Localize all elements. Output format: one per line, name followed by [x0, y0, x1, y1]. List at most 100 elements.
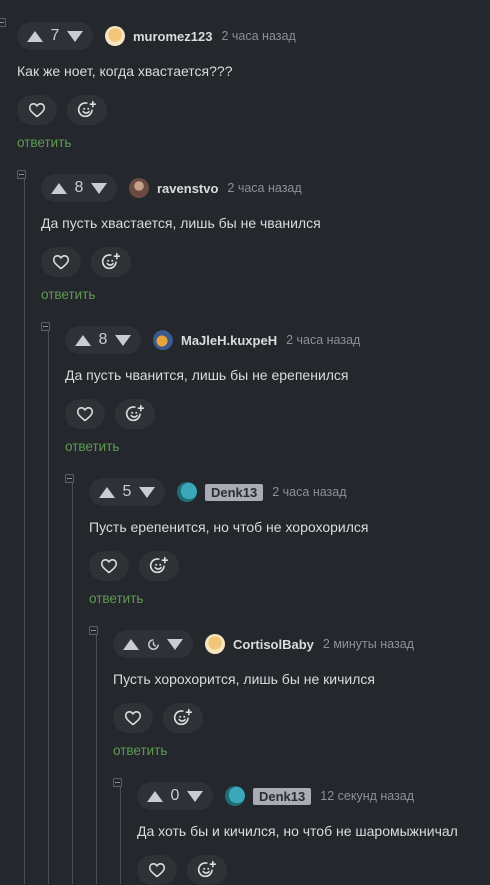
like-button[interactable]	[89, 551, 129, 581]
downvote-icon[interactable]	[167, 638, 183, 650]
thread-line-1	[24, 176, 25, 884]
timestamp[interactable]: 2 часа назад	[221, 29, 295, 43]
score: 5	[122, 483, 132, 500]
heart-icon	[28, 103, 46, 118]
like-button[interactable]	[41, 247, 81, 277]
smiley-plus-icon	[173, 708, 193, 726]
downvote-icon[interactable]	[67, 30, 83, 42]
collapse-toggle-4[interactable]	[65, 474, 74, 483]
react-button[interactable]	[187, 855, 227, 885]
avatar[interactable]	[205, 634, 225, 654]
comment-actions	[89, 551, 368, 581]
collapse-toggle-2[interactable]	[17, 170, 26, 179]
react-button[interactable]	[163, 703, 203, 733]
heart-icon	[100, 559, 118, 574]
clock-icon	[147, 638, 159, 650]
collapse-toggle-6[interactable]	[113, 778, 122, 787]
comment-text: Да хоть бы и кичился, но чтоб не шаромыж…	[137, 823, 458, 839]
smiley-plus-icon	[197, 860, 217, 878]
thread-line-2	[48, 328, 49, 884]
username[interactable]: CortisolBaby	[233, 637, 314, 652]
comment-text: Как же ноет, когда хвастается???	[17, 63, 233, 79]
smiley-plus-icon	[77, 100, 97, 118]
comment: CortisolBaby 2 минуты назад Пусть хорохо…	[113, 630, 414, 758]
like-button[interactable]	[113, 703, 153, 733]
reply-link[interactable]: ответить	[41, 287, 321, 302]
react-button[interactable]	[67, 95, 107, 125]
timestamp[interactable]: 12 секунд назад	[320, 789, 414, 803]
upvote-icon[interactable]	[147, 790, 163, 802]
smiley-plus-icon	[101, 252, 121, 270]
username[interactable]: MaJleH.kuxpeH	[181, 333, 277, 348]
comment-header: 8 MaJleH.kuxpeH 2 часа назад	[65, 326, 360, 354]
score	[145, 637, 161, 652]
comment-header: 0 Denk13 12 секунд назад	[137, 782, 458, 810]
like-button[interactable]	[17, 95, 57, 125]
avatar[interactable]	[105, 26, 125, 46]
upvote-icon[interactable]	[99, 486, 115, 498]
comment-header: 5 Denk13 2 часа назад	[89, 478, 368, 506]
username[interactable]: ravenstvo	[157, 181, 218, 196]
comment: 7 muromez123 2 часа назад Как же ноет, к…	[17, 22, 296, 150]
collapse-toggle-1[interactable]	[0, 18, 6, 27]
upvote-icon[interactable]	[27, 30, 43, 42]
upvote-icon[interactable]	[123, 638, 139, 650]
vote-control: 0	[137, 782, 213, 810]
heart-icon	[124, 711, 142, 726]
reply-link[interactable]: ответить	[17, 135, 296, 150]
vote-control: 5	[89, 478, 165, 506]
avatar[interactable]	[153, 330, 173, 350]
react-button[interactable]	[115, 399, 155, 429]
comment-header: 8 ravenstvo 2 часа назад	[41, 174, 321, 202]
avatar[interactable]	[225, 786, 245, 806]
smiley-plus-icon	[149, 556, 169, 574]
downvote-icon[interactable]	[91, 182, 107, 194]
comment: 8 ravenstvo 2 часа назад Да пусть хваста…	[41, 174, 321, 302]
avatar[interactable]	[129, 178, 149, 198]
comment-header: 7 muromez123 2 часа назад	[17, 22, 296, 50]
comment-text: Да пусть хвастается, лишь бы не чванился	[41, 215, 321, 231]
upvote-icon[interactable]	[51, 182, 67, 194]
username[interactable]: Denk13	[253, 787, 312, 805]
vote-control	[113, 630, 193, 658]
collapse-toggle-3[interactable]	[41, 322, 50, 331]
collapse-toggle-5[interactable]	[89, 626, 98, 635]
downvote-icon[interactable]	[115, 334, 131, 346]
upvote-icon[interactable]	[75, 334, 91, 346]
like-button[interactable]	[137, 855, 177, 885]
vote-control: 8	[41, 174, 117, 202]
comment-actions	[65, 399, 360, 429]
score: 8	[98, 331, 108, 348]
thread-line-4	[96, 632, 97, 884]
comment: 8 MaJleH.kuxpeH 2 часа назад Да пусть чв…	[65, 326, 360, 454]
score: 0	[170, 787, 180, 804]
timestamp[interactable]: 2 минуты назад	[323, 637, 414, 651]
vote-control: 8	[65, 326, 141, 354]
heart-icon	[148, 863, 166, 878]
comment-actions	[17, 95, 296, 125]
username[interactable]: Denk13	[205, 483, 264, 501]
heart-icon	[52, 255, 70, 270]
timestamp[interactable]: 2 часа назад	[272, 485, 346, 499]
vote-control: 7	[17, 22, 93, 50]
reply-link[interactable]: ответить	[113, 743, 414, 758]
reply-link[interactable]: ответить	[89, 591, 368, 606]
timestamp[interactable]: 2 часа назад	[227, 181, 301, 195]
downvote-icon[interactable]	[139, 486, 155, 498]
comment-actions	[113, 703, 414, 733]
comment-actions	[41, 247, 321, 277]
smiley-plus-icon	[125, 404, 145, 422]
thread-line-5	[120, 784, 121, 884]
comment: 5 Denk13 2 часа назад Пусть ерепенится, …	[89, 478, 368, 606]
downvote-icon[interactable]	[187, 790, 203, 802]
react-button[interactable]	[91, 247, 131, 277]
comment-text: Пусть ерепенится, но чтоб не хорохорился	[89, 519, 369, 535]
thread-line-3	[72, 480, 73, 884]
username[interactable]: muromez123	[133, 29, 212, 44]
avatar[interactable]	[177, 482, 197, 502]
timestamp[interactable]: 2 часа назад	[286, 333, 360, 347]
score: 8	[74, 179, 84, 196]
like-button[interactable]	[65, 399, 105, 429]
reply-link[interactable]: ответить	[65, 439, 360, 454]
react-button[interactable]	[139, 551, 179, 581]
